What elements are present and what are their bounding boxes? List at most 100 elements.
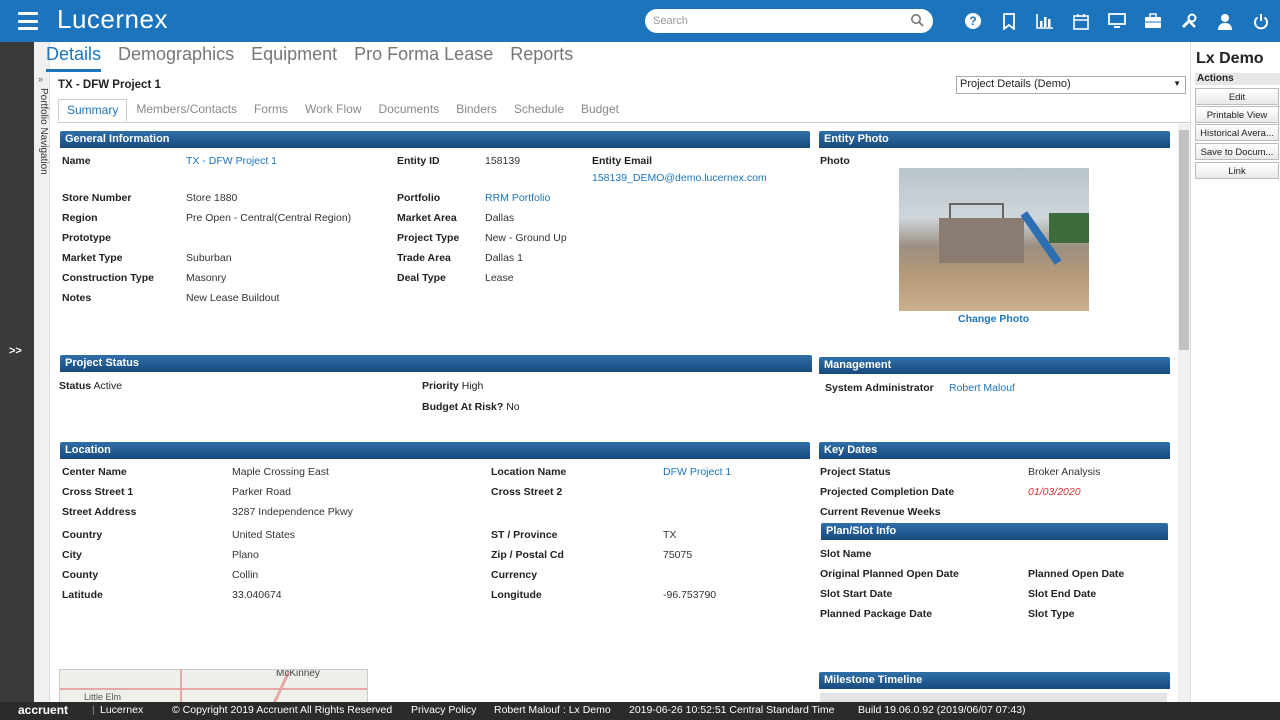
tab-reports[interactable]: Reports [510, 44, 573, 72]
store-number-value: Store 1880 [186, 192, 238, 204]
scrollbar-thumb[interactable] [1179, 130, 1189, 350]
calendar-icon[interactable] [1063, 10, 1099, 32]
user-icon[interactable] [1207, 10, 1243, 32]
main-tabs: Details Demographics Equipment Pro Forma… [46, 44, 590, 72]
entity-email-label: Entity Email [592, 155, 653, 167]
footer-copyright: © Copyright 2019 Accruent All Rights Res… [172, 704, 393, 716]
change-photo-link[interactable]: Change Photo [958, 313, 1029, 325]
deal-type-value: Lease [485, 272, 514, 284]
longitude-value: -96.753790 [663, 589, 717, 601]
milestone-timeline [820, 693, 1167, 702]
status-row: Status Active [59, 380, 122, 392]
zip-label: Zip / Postal Cd [491, 549, 564, 561]
cross-street-2-label: Cross Street 2 [491, 486, 563, 498]
country-value: United States [232, 529, 296, 541]
subtab-budget[interactable]: Budget [573, 99, 627, 122]
tab-demographics[interactable]: Demographics [118, 44, 234, 72]
location-map[interactable]: McKinney Little Elm [59, 669, 368, 704]
subtab-summary[interactable]: Summary [58, 99, 128, 122]
county-label: County [62, 569, 99, 581]
market-area-value: Dallas [485, 212, 515, 224]
project-type-label: Project Type [397, 232, 460, 244]
cross-street-1-value: Parker Road [232, 486, 291, 498]
save-to-documents-button[interactable]: Save to Docum... [1195, 143, 1279, 160]
tab-equipment[interactable]: Equipment [251, 44, 337, 72]
subtab-documents[interactable]: Documents [371, 99, 448, 122]
trade-area-label: Trade Area [397, 252, 451, 264]
subtab-forms[interactable]: Forms [246, 99, 296, 122]
subtab-members-contacts[interactable]: Members/Contacts [128, 99, 245, 122]
region-value: Pre Open - Central(Central Region) [186, 212, 352, 224]
tools-icon[interactable] [1171, 10, 1207, 32]
project-title: TX - DFW Project 1 [58, 79, 161, 91]
name-link[interactable]: TX - DFW Project 1 [186, 155, 277, 167]
entity-photo-header: Entity Photo [819, 131, 1170, 148]
street-address-label: Street Address [62, 506, 137, 518]
map-label-mckinney: McKinney [276, 669, 320, 679]
bar-chart-icon[interactable] [1027, 10, 1063, 32]
printable-view-button[interactable]: Printable View [1195, 106, 1279, 123]
notes-label: Notes [62, 292, 92, 304]
monitor-icon[interactable] [1099, 10, 1135, 32]
project-type-value: New - Ground Up [485, 232, 567, 244]
slot-end-label: Slot End Date [1028, 588, 1097, 600]
revenue-weeks-label: Current Revenue Weeks [820, 506, 941, 518]
footer-product: Lucernex [100, 704, 144, 716]
country-label: Country [62, 529, 103, 541]
entity-id-label: Entity ID [397, 155, 440, 167]
tab-details[interactable]: Details [46, 44, 102, 72]
subtab-schedule[interactable]: Schedule [506, 99, 572, 122]
prototype-label: Prototype [62, 232, 112, 244]
photo-label: Photo [820, 155, 850, 167]
location-name-link[interactable]: DFW Project 1 [663, 466, 731, 478]
left-collapsed-panel: >> [0, 42, 34, 702]
expand-panel-button[interactable]: >> [9, 345, 22, 357]
historical-average-button[interactable]: Historical Avera... [1195, 124, 1279, 141]
key-dates-header: Key Dates [819, 442, 1170, 459]
entity-email-link[interactable]: 158139_DEMO@demo.lucernex.com [592, 172, 767, 184]
slot-type-label: Slot Type [1028, 608, 1075, 620]
management-person-link[interactable]: Robert Malouf [949, 382, 1015, 394]
slot-start-label: Slot Start Date [820, 588, 893, 600]
street-address-value: 3287 Independence Pkwy [232, 506, 353, 518]
bookmark-icon[interactable] [991, 10, 1027, 32]
project-view-select[interactable]: Project Details (Demo) ▼ [956, 76, 1186, 94]
portfolio-link[interactable]: RRM Portfolio [485, 192, 550, 204]
map-label-little-elm: Little Elm [84, 692, 122, 702]
zip-value: 75075 [663, 549, 693, 561]
notes-value: New Lease Buildout [186, 292, 280, 304]
help-icon[interactable]: ? [955, 10, 991, 32]
briefcase-icon[interactable] [1135, 10, 1171, 32]
store-number-label: Store Number [62, 192, 132, 204]
top-bar: Lucernex ? [0, 0, 1280, 42]
city-label: City [62, 549, 82, 561]
projected-completion-value: 01/03/2020 [1028, 486, 1081, 498]
entity-photo-image [899, 168, 1089, 311]
privacy-policy-link[interactable]: Privacy Policy [411, 704, 476, 716]
slot-name-label: Slot Name [820, 548, 872, 560]
dropdown-arrow-icon[interactable]: ▼ [1173, 79, 1181, 88]
menu-icon[interactable] [18, 12, 38, 30]
tab-pro-forma-lease[interactable]: Pro Forma Lease [354, 44, 493, 72]
original-planned-open-label: Original Planned Open Date [820, 568, 959, 580]
market-type-value: Suburban [186, 252, 232, 264]
project-view-value: Project Details (Demo) [960, 78, 1071, 90]
subtab-binders[interactable]: Binders [448, 99, 505, 122]
budget-risk-row: Budget At Risk? No [422, 401, 520, 413]
chevron-right-icon[interactable]: » [38, 74, 43, 84]
edit-button[interactable]: Edit [1195, 88, 1279, 105]
portfolio-navigation-label[interactable]: Portfolio Navigation [38, 88, 49, 175]
market-area-label: Market Area [397, 212, 457, 224]
link-button[interactable]: Link [1195, 162, 1279, 179]
center-name-value: Maple Crossing East [232, 466, 329, 478]
latitude-value: 33.040674 [232, 589, 282, 601]
project-status-header: Project Status [60, 355, 812, 372]
priority-value: High [461, 380, 484, 392]
latitude-label: Latitude [62, 589, 103, 601]
workspace-title: Lx Demo [1196, 50, 1264, 67]
longitude-label: Longitude [491, 589, 542, 601]
power-icon[interactable] [1243, 10, 1279, 32]
search-icon[interactable] [910, 13, 924, 27]
subtab-work-flow[interactable]: Work Flow [297, 99, 369, 122]
search-input[interactable] [645, 9, 933, 33]
